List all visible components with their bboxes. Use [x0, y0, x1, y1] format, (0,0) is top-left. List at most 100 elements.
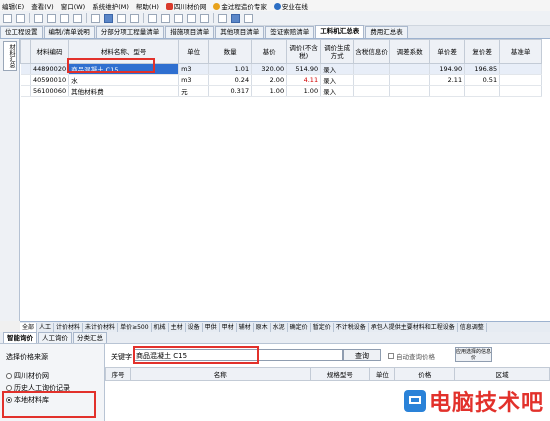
add-icon[interactable] — [34, 13, 43, 23]
tab-subitem-list[interactable]: 分部分项工程量清单 — [95, 26, 165, 38]
menu-help[interactable]: 帮助(H) — [136, 1, 159, 11]
cell-diff[interactable]: 194.90 — [429, 63, 466, 75]
cell-coef[interactable] — [389, 63, 431, 75]
filter-icon[interactable] — [104, 13, 113, 23]
layout-icon[interactable] — [148, 13, 157, 23]
col-header-spec[interactable]: 规格型号 — [309, 367, 371, 381]
menu-view[interactable]: 查看(V) — [31, 1, 54, 11]
tab-compile-notes[interactable]: 编制/清单说明 — [43, 26, 95, 38]
mtab-notax[interactable]: 不计税设备 — [334, 322, 369, 333]
mtab-contractor[interactable]: 承包人提供主要材料和工程设备 — [369, 322, 458, 333]
mtab-cement[interactable]: 水泥 — [271, 322, 288, 333]
tab-category-summary[interactable]: 分类汇总 — [73, 332, 107, 343]
tab-manual-query[interactable]: 人工询价 — [38, 332, 72, 343]
cell-adj[interactable]: 514.90 — [286, 63, 322, 75]
cell-base-unit[interactable] — [499, 63, 543, 75]
menu-system[interactable]: 系统维护(M) — [92, 1, 129, 11]
mtab-info-adjust[interactable]: 信息调整 — [458, 322, 487, 333]
paste-icon[interactable] — [73, 13, 82, 23]
cell-name[interactable]: 水 — [68, 74, 180, 86]
mtab-provisional[interactable]: 暂定价 — [311, 322, 334, 333]
col-header-index[interactable]: 序号 — [105, 367, 131, 381]
tab-smart-query[interactable]: 智能询价 — [3, 332, 37, 343]
cell-unit[interactable]: m3 — [178, 63, 210, 75]
mtab-aux[interactable]: 辅材 — [237, 322, 254, 333]
col-header-unit[interactable]: 单位 — [369, 367, 396, 381]
col-header-base-unit[interactable]: 基准单 — [499, 39, 543, 64]
col-header-tax-price[interactable]: 含税信息价 — [353, 39, 391, 64]
tab-claims-list[interactable]: 签证索赔清单 — [265, 26, 315, 38]
cell-unit[interactable]: 元 — [178, 85, 210, 97]
table-row[interactable]: 56100060 其他材料费 元 0.317 1.00 1.00 录入 — [20, 85, 543, 97]
mtab-over500[interactable]: 单价≥500 — [118, 322, 152, 333]
menu-window[interactable]: 窗口(W) — [61, 1, 86, 11]
col-header-method[interactable]: 调价生成方式 — [320, 39, 355, 64]
menu-edit[interactable]: 编辑(E) — [2, 1, 24, 11]
cell-rdiff[interactable]: 196.85 — [464, 63, 501, 75]
cell-rdiff[interactable]: 0.51 — [464, 74, 501, 86]
cell-coef[interactable] — [389, 74, 431, 86]
delete-icon[interactable] — [47, 13, 56, 23]
cell-unit[interactable]: m3 — [178, 74, 210, 86]
mtab-labor[interactable]: 人工 — [37, 322, 55, 333]
cell-base-unit[interactable] — [499, 74, 543, 86]
apply-price-button[interactable]: 应用选择的信息价 — [455, 347, 492, 362]
col-header-diff[interactable]: 单价差 — [429, 39, 466, 64]
menu-online[interactable]: 安业在线 — [273, 1, 308, 11]
col-header-name[interactable]: 名称 — [129, 367, 311, 381]
cell-code[interactable]: 40590010 — [30, 74, 70, 86]
undo-icon[interactable] — [3, 13, 12, 23]
calc-icon[interactable] — [91, 13, 100, 23]
cell-base[interactable]: 320.00 — [251, 63, 288, 75]
excel-icon[interactable] — [231, 13, 240, 23]
cell-method[interactable]: 录入 — [320, 74, 355, 86]
cell-code[interactable]: 56100060 — [30, 85, 70, 97]
tab-cost-summary[interactable]: 费用汇总表 — [365, 26, 408, 38]
tab-measures-list[interactable]: 措施项目清单 — [165, 26, 215, 38]
redo-icon[interactable] — [16, 13, 25, 23]
sort-icon[interactable] — [117, 13, 126, 23]
export-icon[interactable] — [200, 13, 209, 23]
copy-icon[interactable] — [60, 13, 69, 23]
vtab-materials-summary[interactable]: 材料汇总 — [3, 41, 17, 71]
radio-icon[interactable] — [6, 373, 12, 379]
cell-adj[interactable]: 4.11 — [286, 74, 322, 86]
print-icon[interactable] — [244, 13, 253, 23]
source-option-sichuan[interactable]: 四川材价网 — [6, 371, 49, 381]
col-header-adj[interactable]: 调价(不含税) — [286, 39, 322, 64]
cell-base[interactable]: 2.00 — [251, 74, 288, 86]
auto-query-checkbox[interactable]: 自动查询价格 — [388, 351, 435, 361]
cell-tax[interactable] — [353, 63, 391, 75]
mtab-priced[interactable]: 计价材料 — [54, 322, 84, 333]
cell-qty[interactable]: 0.317 — [208, 85, 253, 97]
mtab-a-material[interactable]: 甲材 — [220, 322, 237, 333]
mtab-machinery[interactable]: 机械 — [152, 322, 169, 333]
tab-materials-summary[interactable]: 工料机汇总表 — [315, 25, 365, 38]
col-header-rdiff[interactable]: 复价差 — [464, 39, 501, 64]
menu-cost-expert[interactable]: 金过程造价专家 — [213, 1, 267, 11]
table-row[interactable]: 40590010 水 m3 0.24 2.00 4.11 录入 2.11 0.5… — [20, 74, 543, 86]
cell-diff[interactable]: 2.11 — [429, 74, 466, 86]
cell-diff[interactable] — [429, 85, 466, 97]
find-icon[interactable] — [130, 13, 139, 23]
cell-tax[interactable] — [353, 74, 391, 86]
cell-base[interactable]: 1.00 — [251, 85, 288, 97]
menu-sichuan-price[interactable]: 四川材价网 — [165, 1, 206, 11]
cell-adj[interactable]: 1.00 — [286, 85, 322, 97]
col-header-region[interactable]: 区域 — [454, 367, 550, 381]
cell-method[interactable]: 录入 — [320, 85, 355, 97]
mtab-main[interactable]: 主材 — [169, 322, 186, 333]
mtab-timber[interactable]: 原木 — [254, 322, 271, 333]
col-header-base[interactable]: 基价 — [251, 39, 288, 64]
cell-rdiff[interactable] — [464, 85, 501, 97]
mtab-all[interactable]: 全部 — [20, 322, 38, 333]
col-header-unit[interactable]: 单位 — [178, 39, 210, 64]
cell-tax[interactable] — [353, 85, 391, 97]
mtab-unpriced[interactable]: 未计价材料 — [83, 322, 119, 333]
query-button[interactable]: 查询 — [343, 349, 381, 361]
tab-unit-settings[interactable]: 位工程设置 — [0, 26, 43, 38]
report-icon[interactable] — [187, 13, 196, 23]
checkbox-icon[interactable] — [388, 353, 394, 359]
col-header-qty[interactable]: 数量 — [208, 39, 253, 64]
cell-qty[interactable]: 0.24 — [208, 74, 253, 86]
